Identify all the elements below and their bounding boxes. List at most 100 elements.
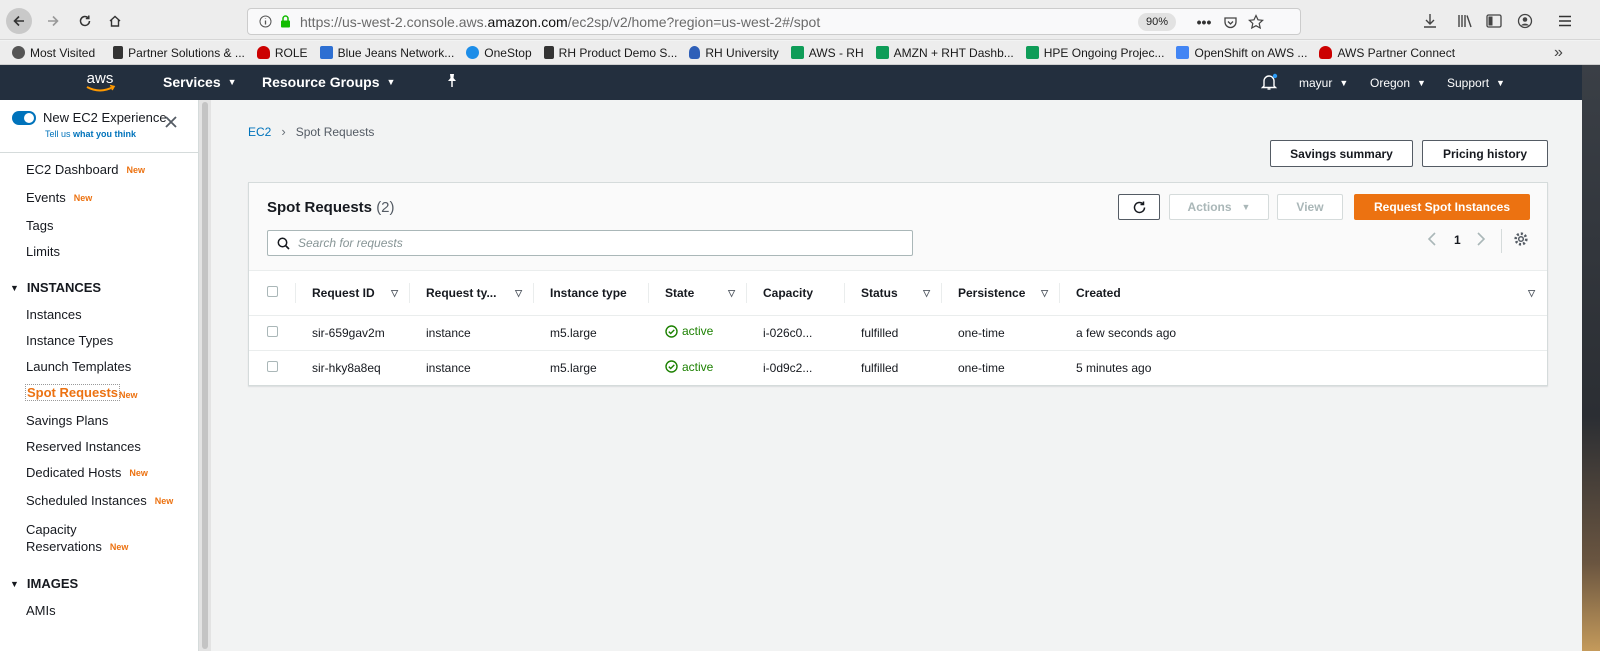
sort-caret-icon[interactable]: ▽: [515, 288, 522, 299]
new-experience-toggle[interactable]: [12, 111, 36, 125]
notifications-bell[interactable]: [1260, 73, 1278, 91]
bookmark-onestop[interactable]: OneStop: [466, 46, 532, 60]
sidebar-item-spot-requests[interactable]: Spot Requests: [25, 384, 121, 401]
support-menu[interactable]: Support ▼: [1447, 76, 1505, 90]
bookmark-rh-product-demo[interactable]: RH Product Demo S...: [543, 46, 677, 60]
select-all-checkbox[interactable]: [267, 285, 278, 297]
chevron-right-double-icon[interactable]: »: [1554, 44, 1563, 62]
sidebar-item-limits[interactable]: Limits: [26, 244, 60, 259]
pin-icon[interactable]: [445, 73, 459, 89]
refresh-button[interactable]: [1118, 194, 1160, 220]
close-icon[interactable]: [163, 114, 179, 130]
column-header-instance-type[interactable]: Instance type: [534, 271, 649, 316]
bookmark-rh-university[interactable]: RH University: [689, 46, 779, 60]
column-header-capacity[interactable]: Capacity: [747, 271, 845, 316]
sort-caret-icon[interactable]: ▽: [923, 288, 930, 299]
request-id-link[interactable]: sir-hky8a8eq: [296, 350, 410, 385]
sidebar-scrollbar[interactable]: [199, 100, 211, 651]
capacity-link[interactable]: i-026c0...: [747, 315, 845, 351]
search-box[interactable]: [267, 230, 913, 256]
forward-button[interactable]: [40, 8, 66, 34]
page-number[interactable]: 1: [1454, 233, 1461, 247]
status-cell: fulfilled: [861, 360, 899, 375]
redhat-icon: [1319, 46, 1333, 59]
bookmark-aws-rh[interactable]: AWS - RH: [790, 46, 864, 60]
column-header-created[interactable]: Created ▽: [1060, 271, 1547, 316]
table-row[interactable]: sir-659gav2m instance m5.large active i-…: [249, 315, 1547, 351]
pocket-icon[interactable]: [1220, 12, 1240, 32]
sidebar-item-capacity-reservations[interactable]: Capacity: [26, 522, 77, 537]
more-icon[interactable]: •••: [1194, 12, 1214, 32]
column-header-status[interactable]: Status ▽: [845, 271, 942, 316]
region-menu[interactable]: Oregon ▼: [1370, 76, 1426, 90]
sort-caret-icon[interactable]: ▽: [1041, 288, 1048, 299]
sort-caret-icon[interactable]: ▽: [1528, 288, 1535, 299]
pricing-history-button[interactable]: Pricing history: [1422, 140, 1548, 167]
zoom-level[interactable]: 90%: [1137, 13, 1176, 31]
table-row[interactable]: sir-hky8a8eq instance m5.large active i-…: [249, 350, 1547, 385]
savings-summary-button[interactable]: Savings summary: [1270, 140, 1413, 167]
scrollbar-thumb[interactable]: [202, 102, 208, 649]
sidebar-item-reserved-instances[interactable]: Reserved Instances: [26, 439, 141, 454]
home-button[interactable]: [102, 8, 128, 34]
bookmark-blue-jeans[interactable]: Blue Jeans Network...: [319, 46, 454, 60]
breadcrumb-ec2[interactable]: EC2: [248, 125, 271, 139]
reload-button[interactable]: [72, 8, 98, 34]
sort-caret-icon[interactable]: ▽: [391, 288, 398, 299]
caret-down-icon: ▼: [1241, 202, 1251, 212]
sidebar-item-ec2-dashboard[interactable]: EC2 Dashboard New: [26, 162, 145, 177]
account-icon[interactable]: [1515, 11, 1535, 31]
bookmark-openshift-aws[interactable]: OpenShift on AWS ...: [1176, 46, 1307, 60]
sheet-icon: [875, 46, 889, 59]
sidebar-item-events[interactable]: Events New: [26, 190, 92, 205]
account-menu[interactable]: mayur ▼: [1299, 76, 1348, 90]
star-icon[interactable]: [1246, 12, 1266, 32]
back-button[interactable]: [6, 8, 32, 34]
sort-caret-icon[interactable]: ▽: [728, 288, 735, 299]
bookmark-aws-partner-connect[interactable]: AWS Partner Connect: [1319, 46, 1455, 60]
spot-requests-table: Request ID ▽ Request ty... ▽ Instance type…: [249, 271, 1547, 385]
column-header-persistence[interactable]: Persistence ▽: [942, 271, 1060, 316]
sidebar-item-instance-types[interactable]: Instance Types: [26, 333, 113, 348]
column-header-request-id[interactable]: Request ID ▽: [296, 271, 410, 316]
row-checkbox[interactable]: [267, 325, 278, 337]
column-header-request-type[interactable]: Request ty... ▽: [410, 271, 534, 316]
library-icon[interactable]: [1455, 11, 1475, 31]
sidebar-item-instances[interactable]: Instances: [26, 307, 82, 322]
request-id-link[interactable]: sir-659gav2m: [296, 315, 410, 351]
prev-page-icon[interactable]: [1427, 232, 1437, 249]
feedback-link[interactable]: Tell us what you think: [45, 129, 136, 139]
next-page-icon[interactable]: [1476, 232, 1486, 249]
bookmark-role[interactable]: ROLE: [256, 46, 308, 60]
sidebar-toggle-icon[interactable]: [1484, 11, 1504, 31]
aws-logo-icon[interactable]: aws: [80, 69, 120, 95]
sidebar-item-amis[interactable]: AMIs: [26, 603, 56, 618]
search-input[interactable]: [298, 236, 898, 250]
sidebar-item-savings-plans[interactable]: Savings Plans: [26, 413, 108, 428]
sidebar-section-instances[interactable]: ▼ INSTANCES: [10, 280, 101, 295]
bookmark-most-visited[interactable]: Most Visited: [12, 46, 95, 60]
sidebar-item-dedicated-hosts[interactable]: Dedicated Hosts New: [26, 465, 148, 480]
menu-icon[interactable]: [1555, 11, 1575, 31]
sidebar-item-scheduled-instances[interactable]: Scheduled Instances New: [26, 493, 173, 508]
sidebar-section-images[interactable]: ▼ IMAGES: [10, 576, 78, 591]
bookmark-partner-solutions[interactable]: Partner Solutions & ...: [113, 46, 245, 60]
sidebar-item-capacity-reservations-line2[interactable]: Reservations New: [26, 539, 128, 554]
row-checkbox[interactable]: [267, 360, 278, 372]
capacity-link[interactable]: i-0d9c2...: [747, 350, 845, 385]
download-icon[interactable]: [1420, 11, 1440, 31]
services-menu[interactable]: Services ▼: [163, 74, 237, 90]
info-icon[interactable]: [258, 15, 272, 29]
address-bar[interactable]: https://us-west-2.console.aws.amazon.com…: [247, 8, 1301, 35]
bookmark-hpe-ongoing[interactable]: HPE Ongoing Projec...: [1025, 46, 1164, 60]
actions-button[interactable]: Actions ▼: [1169, 194, 1269, 220]
column-header-state[interactable]: State ▽: [649, 271, 747, 316]
sidebar-item-launch-templates[interactable]: Launch Templates: [26, 359, 131, 374]
settings-gear-icon[interactable]: [1513, 231, 1529, 250]
new-badge: New: [73, 192, 93, 203]
bookmark-amzn-rht[interactable]: AMZN + RHT Dashb...: [875, 46, 1014, 60]
resource-groups-menu[interactable]: Resource Groups ▼: [262, 74, 395, 90]
sidebar-item-tags[interactable]: Tags: [26, 218, 53, 233]
request-spot-instances-button[interactable]: Request Spot Instances: [1354, 194, 1530, 220]
view-button[interactable]: View: [1277, 194, 1343, 220]
